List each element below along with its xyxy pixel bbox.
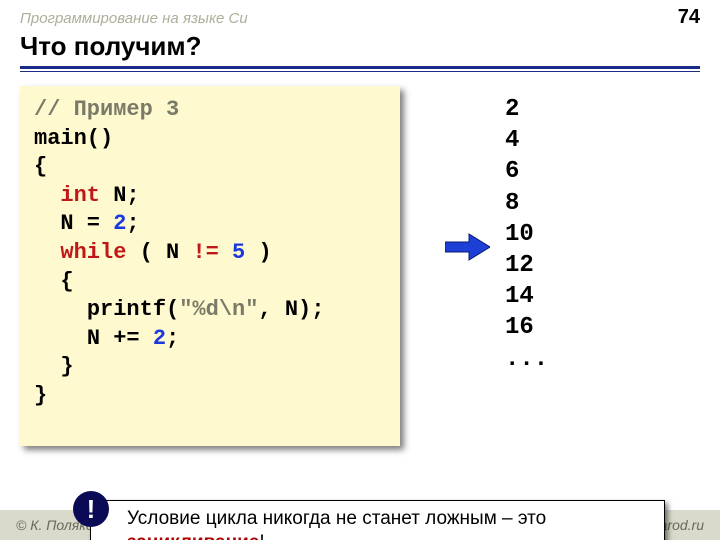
code-text: N = <box>60 211 113 236</box>
code-line: main() <box>34 126 113 151</box>
warning-callout: ! Условие цикла никогда не станет ложным… <box>90 500 665 540</box>
callout-text: ! <box>259 532 264 540</box>
code-text: printf( <box>87 297 179 322</box>
code-text <box>219 240 232 265</box>
page-number: 74 <box>678 6 700 29</box>
exclamation-icon: ! <box>73 491 109 527</box>
code-line: { <box>60 269 73 294</box>
code-number: 2 <box>153 326 166 351</box>
code-string: "%d\n" <box>179 297 258 322</box>
code-number: 5 <box>232 240 245 265</box>
code-keyword: while <box>60 240 126 265</box>
code-text: N; <box>100 183 140 208</box>
course-name: Программирование на языке Си <box>20 10 248 27</box>
code-keyword: int <box>60 183 100 208</box>
code-text: ; <box>126 211 139 236</box>
code-comment: // Пример 3 <box>34 97 179 122</box>
code-text: ) <box>245 240 271 265</box>
program-output: 2 4 6 8 10 12 14 16 ... <box>505 94 548 375</box>
code-op: != <box>192 240 218 265</box>
code-text: N += <box>87 326 153 351</box>
code-line: { <box>34 154 47 179</box>
code-line: } <box>34 383 47 408</box>
code-example: // Пример 3 main() { int N; N = 2; while… <box>20 86 400 446</box>
callout-emphasis: зацикливание <box>127 532 259 540</box>
code-text: , N); <box>258 297 324 322</box>
code-text: ; <box>166 326 179 351</box>
code-number: 2 <box>113 211 126 236</box>
code-text: ( N <box>126 240 192 265</box>
slide-title: Что получим? <box>0 29 720 66</box>
callout-text: Условие цикла никогда не станет ложным –… <box>127 508 546 529</box>
code-line: } <box>60 354 73 379</box>
arrow-icon <box>445 232 490 262</box>
